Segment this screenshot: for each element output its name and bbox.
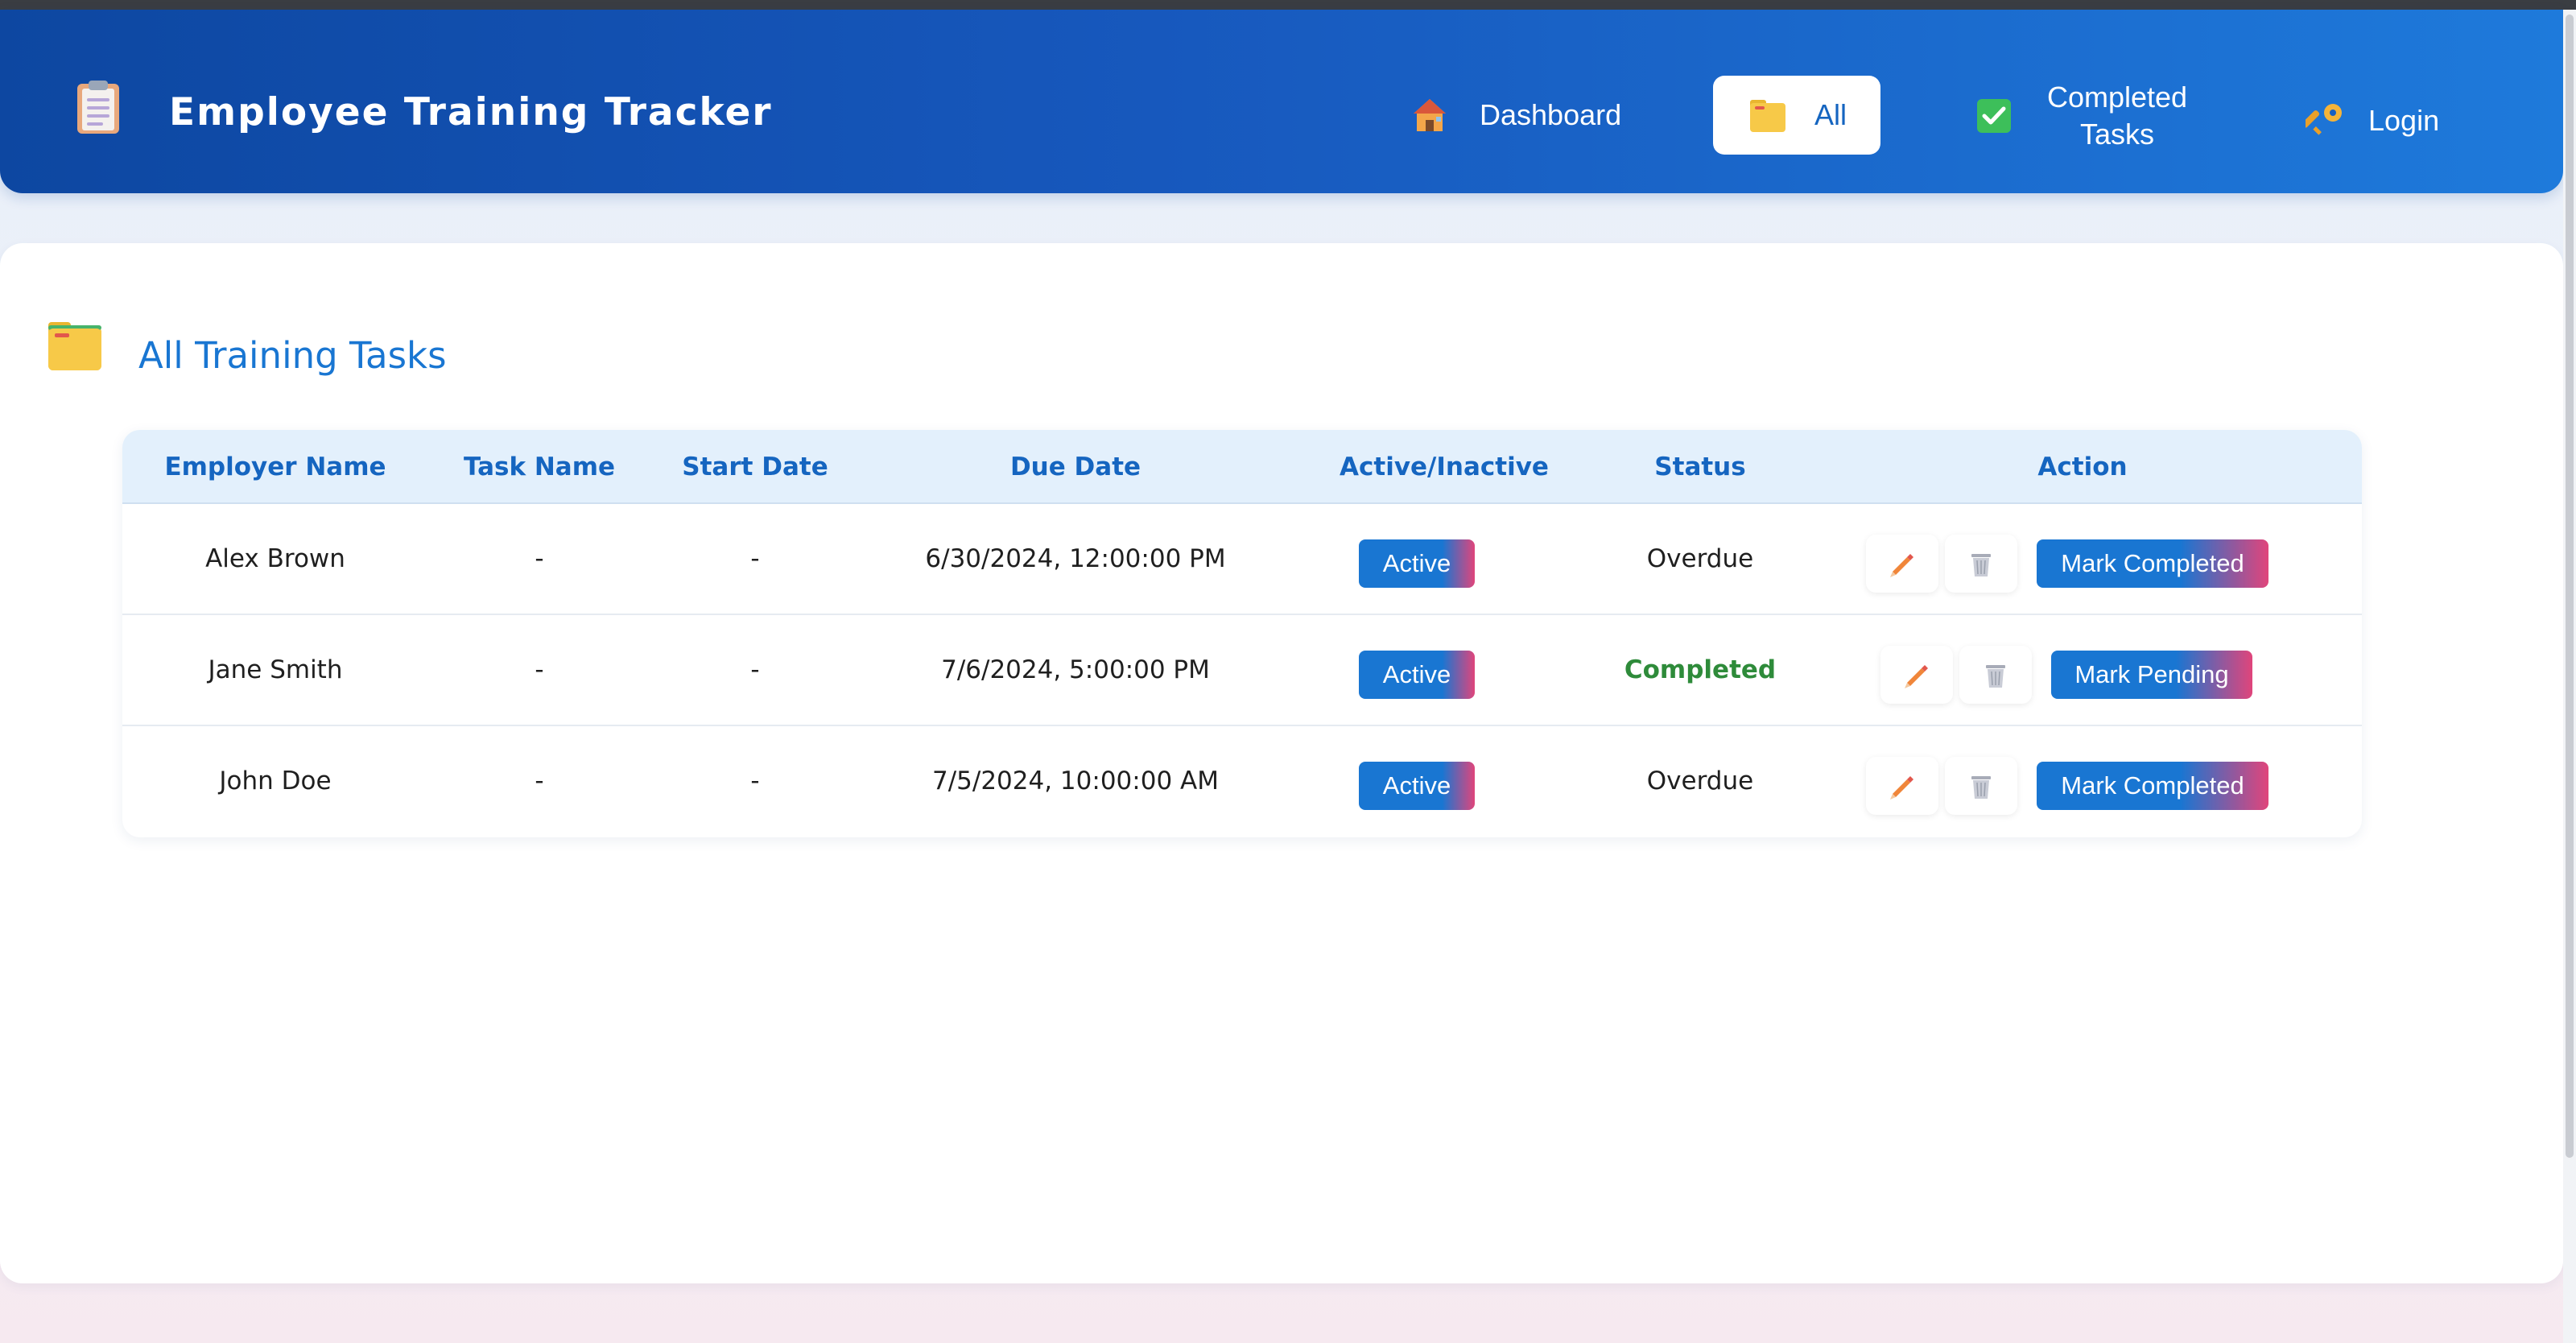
trash-icon: [1971, 554, 1991, 576]
cell-start-date: -: [750, 655, 760, 684]
cell-employer-name: Jane Smith: [208, 655, 343, 684]
col-header-start-date[interactable]: Start Date: [650, 430, 860, 504]
nav-dashboard-label: Dashboard: [1480, 98, 1622, 131]
col-header-active-inactive[interactable]: Active/Inactive: [1291, 430, 1597, 504]
tasks-table: Employer Name Task Name Start Date Due D…: [122, 430, 2362, 837]
cell-task-name: -: [535, 767, 544, 795]
cell-start-date: -: [750, 767, 760, 795]
cell-start-date: -: [750, 544, 760, 573]
col-header-status[interactable]: Status: [1597, 430, 1803, 504]
cell-status: Completed: [1624, 655, 1777, 684]
cell-status: Overdue: [1646, 544, 1754, 573]
check-box-icon: [1977, 99, 2011, 133]
edit-button[interactable]: [1880, 646, 1953, 704]
table-row: Jane Smith - - 7/6/2024, 5:00:00 PM Acti…: [122, 615, 2362, 726]
col-header-action: Action: [2037, 452, 2128, 481]
col-header-employer-name[interactable]: Employer Name: [122, 430, 428, 504]
folder-icon: [1750, 100, 1785, 132]
app-title: Employee Training Tracker: [169, 90, 773, 134]
cell-employer-name: Alex Brown: [205, 544, 345, 573]
window-top-strip: [0, 0, 2576, 10]
delete-button[interactable]: [1945, 535, 2017, 593]
pencil-icon: [1890, 554, 1913, 577]
cell-status: Overdue: [1646, 767, 1754, 795]
edit-button[interactable]: [1866, 535, 1938, 593]
nav-login-label: Login: [2368, 104, 2440, 137]
nav-all[interactable]: All: [1713, 76, 1880, 155]
active-toggle-button[interactable]: Active: [1359, 651, 1475, 699]
delete-button[interactable]: [1945, 757, 2017, 815]
page-scrollbar[interactable]: [2563, 10, 2576, 1343]
table-row: John Doe - - 7/5/2024, 10:00:00 AM Activ…: [122, 726, 2362, 837]
edit-button[interactable]: [1866, 757, 1938, 815]
mark-completed-button[interactable]: Mark Completed: [2037, 539, 2268, 588]
folder-icon: [47, 319, 103, 372]
nav-login[interactable]: Login: [2306, 97, 2439, 145]
key-icon: [2306, 104, 2342, 135]
nav-all-label: All: [1814, 98, 1847, 131]
nav-dashboard[interactable]: Dashboard: [1410, 85, 1621, 145]
active-toggle-button[interactable]: Active: [1359, 539, 1475, 588]
col-header-due-date[interactable]: Due Date: [860, 430, 1291, 504]
active-toggle-button[interactable]: Active: [1359, 762, 1475, 810]
cell-task-name: -: [535, 544, 544, 573]
house-icon: [1414, 99, 1446, 131]
col-header-task-name[interactable]: Task Name: [428, 430, 650, 504]
pencil-icon: [1905, 665, 1928, 688]
scrollbar-thumb[interactable]: [2566, 14, 2574, 1158]
nav-completed-tasks[interactable]: Completed Tasks: [1975, 77, 2191, 155]
cell-task-name: -: [535, 655, 544, 684]
clipboard-icon: [76, 79, 121, 135]
trash-icon: [1971, 776, 1991, 799]
mark-pending-button[interactable]: Mark Pending: [2051, 651, 2252, 699]
table-header: Employer Name Task Name Start Date Due D…: [122, 430, 2362, 504]
table-row: Alex Brown - - 6/30/2024, 12:00:00 PM Ac…: [122, 504, 2362, 615]
page-title: All Training Tasks: [138, 334, 447, 377]
cell-due-date: 7/5/2024, 10:00:00 AM: [932, 767, 1219, 795]
delete-button[interactable]: [1959, 646, 2032, 704]
cell-due-date: 7/6/2024, 5:00:00 PM: [941, 655, 1210, 684]
cell-due-date: 6/30/2024, 12:00:00 PM: [925, 544, 1226, 573]
pencil-icon: [1890, 776, 1913, 800]
cell-employer-name: John Doe: [219, 767, 332, 795]
mark-completed-button[interactable]: Mark Completed: [2037, 762, 2268, 810]
nav-completed-label: Completed Tasks: [2046, 81, 2188, 151]
trash-icon: [1986, 665, 2005, 688]
